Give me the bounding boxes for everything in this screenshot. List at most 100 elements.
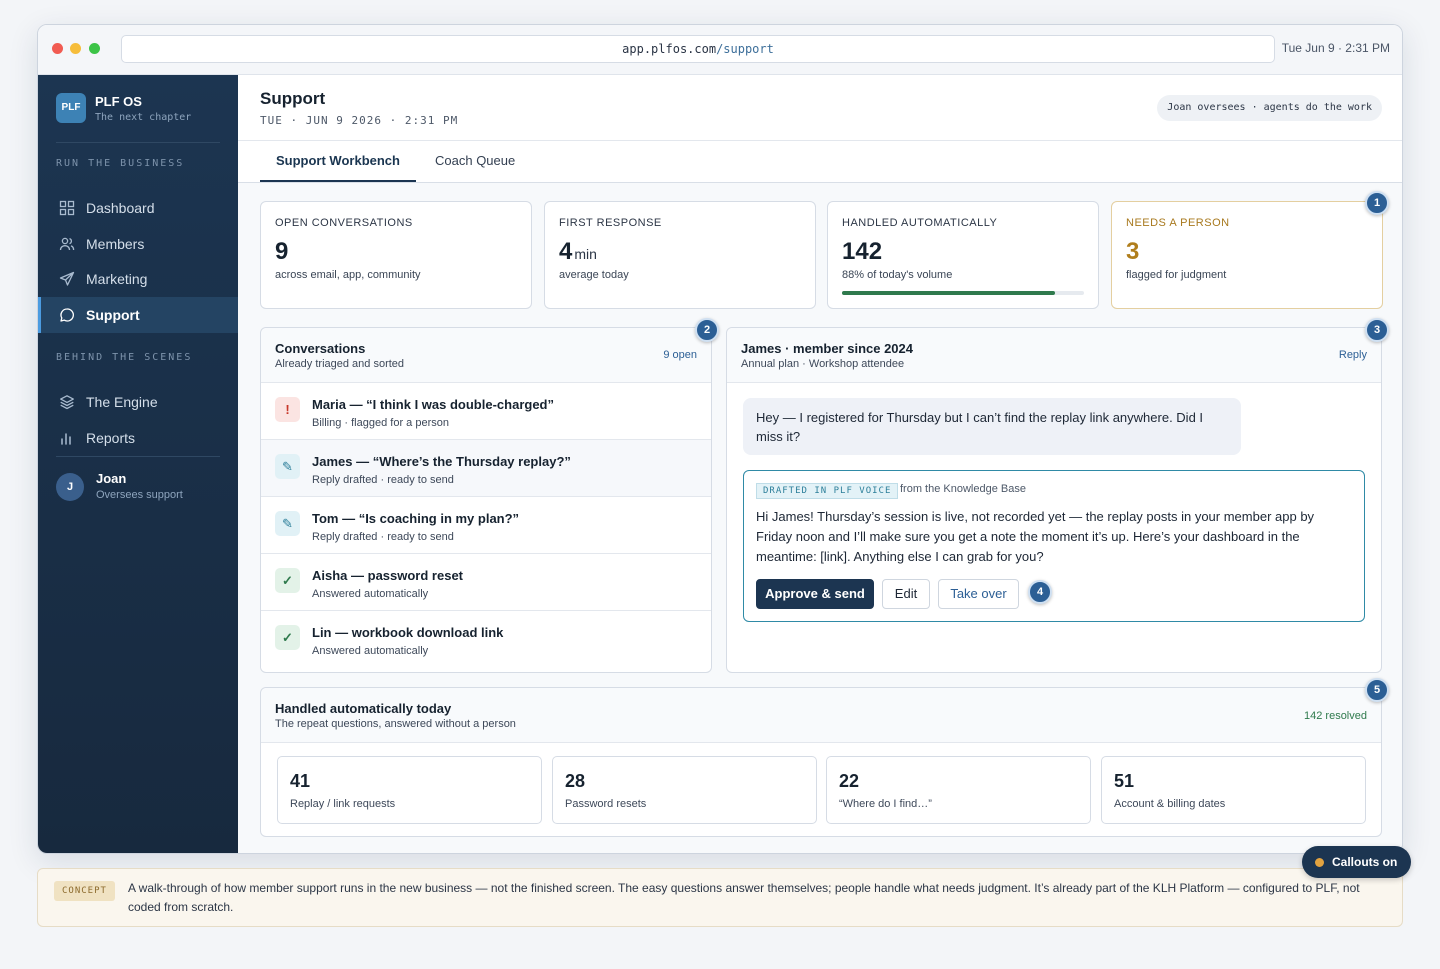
approve-send-button[interactable]: Approve & send — [756, 579, 874, 609]
drafted-reply: DRAFTED IN PLF VOICE from the Knowledge … — [743, 470, 1365, 622]
sidebar-item-support[interactable]: Support — [38, 297, 238, 333]
conversation-row[interactable]: ! Maria — “I think I was double-charged”… — [261, 383, 711, 440]
kpi-label: OPEN CONVERSATIONS — [275, 217, 413, 229]
edit-button[interactable]: Edit — [882, 579, 930, 609]
kpi-unit: min — [574, 246, 597, 262]
tab-bar: Support Workbench Coach Queue — [238, 141, 1402, 183]
kpi-sub: across email, app, community — [275, 269, 421, 281]
tab-support-workbench[interactable]: Support Workbench — [276, 153, 400, 168]
stat-value: 28 — [565, 771, 586, 791]
minimize-window-dot[interactable] — [70, 43, 81, 54]
callout-marker[interactable]: 4 — [1028, 580, 1052, 604]
callouts-toggle[interactable]: Callouts on — [1302, 846, 1412, 878]
auto-handled-header: Handled automatically today The repeat q… — [261, 688, 1381, 743]
sidebar-item-label: The Engine — [86, 394, 158, 410]
concept-text: A walk-through of how member support run… — [128, 881, 1360, 914]
panel-subtitle: Already triaged and sorted — [275, 358, 405, 370]
main-content: Support TUE · JUN 9 2026 · 2:31 PM Joan … — [238, 75, 1402, 853]
conversation-title: James — “Where’s the Thursday replay?” — [312, 454, 571, 469]
sidebar-item-label: Members — [86, 236, 145, 252]
users-icon — [59, 237, 75, 251]
sidebar-item-the-engine[interactable]: The Engine — [38, 384, 238, 420]
auto-stat-card[interactable]: 41 Replay / link requests — [277, 756, 542, 824]
kpi-label: NEEDS A PERSON — [1126, 217, 1230, 229]
kpi-needs-a-person[interactable]: NEEDS A PERSON 3 flagged for judgment — [1111, 201, 1383, 309]
open-count: 9 open — [663, 349, 697, 361]
active-tab-indicator — [260, 180, 416, 182]
system-clock: Tue Jun 9 · 2:31 PM — [1281, 41, 1390, 55]
kpi-sub: 88% of today's volume — [842, 269, 953, 281]
address-bar[interactable]: app.plfos.com/support — [121, 35, 1275, 63]
toggle-indicator-icon — [1315, 858, 1324, 867]
conversation-status: Answered automatically — [312, 645, 429, 657]
sidebar-item-dashboard[interactable]: Dashboard — [38, 190, 238, 226]
stat-value: 22 — [839, 771, 860, 791]
kpi-label: FIRST RESPONSE — [559, 217, 662, 229]
progress-fill — [842, 291, 1055, 295]
tab-coach-queue[interactable]: Coach Queue — [435, 153, 515, 168]
conversation-status: Billing · flagged for a person — [312, 417, 449, 429]
pencil-icon: ✎ — [275, 511, 300, 536]
conversation-row[interactable]: ✓ Aisha — password reset Answered automa… — [261, 554, 711, 611]
app-logo: PLF — [56, 93, 86, 123]
member-plan: Annual plan · Workshop attendee — [741, 358, 905, 370]
progress-bar — [842, 291, 1084, 295]
conversation-status: Reply drafted · ready to send — [312, 531, 454, 543]
conversation-row[interactable]: ✎ James — “Where’s the Thursday replay?”… — [261, 440, 711, 497]
sidebar-item-members[interactable]: Members — [38, 226, 238, 262]
brand-name: PLF OS — [95, 94, 142, 109]
draft-body[interactable]: Hi James! Thursday’s session is live, no… — [756, 507, 1352, 567]
sidebar-item-label: Reports — [86, 430, 136, 446]
kpi-label: HANDLED AUTOMATICALLY — [842, 217, 998, 229]
url-path: /support — [716, 42, 774, 56]
user-role: Oversees support — [96, 489, 183, 501]
status-pill: Joan oversees · agents do the work — [1157, 95, 1382, 121]
concept-note: CONCEPT A walk-through of how member sup… — [37, 868, 1403, 927]
conversation-detail-panel: James · member since 2024 Annual plan · … — [726, 327, 1382, 673]
kpi-handled-automatically[interactable]: HANDLED AUTOMATICALLY 142 88% of today's… — [827, 201, 1099, 309]
sidebar-item-marketing[interactable]: Marketing — [38, 261, 238, 297]
page-date: TUE · JUN 9 2026 · 2:31 PM — [260, 114, 459, 127]
conversation-row[interactable]: ✎ Tom — “Is coaching in my plan?” Reply … — [261, 497, 711, 554]
concept-tag: CONCEPT — [54, 881, 115, 901]
kpi-value: 9 — [275, 238, 289, 265]
close-window-dot[interactable] — [52, 43, 63, 54]
kpi-open-conversations[interactable]: OPEN CONVERSATIONS 9 across email, app, … — [260, 201, 532, 309]
conversation-row[interactable]: ✓ Lin — workbook download link Answered … — [261, 611, 711, 668]
browser-chrome: app.plfos.com/support Tue Jun 9 · 2:31 P… — [38, 25, 1402, 75]
take-over-button[interactable]: Take over — [938, 579, 1019, 609]
stat-label: Replay / link requests — [290, 798, 396, 810]
pencil-icon: ✎ — [275, 454, 300, 479]
sidebar-item-label: Dashboard — [86, 200, 155, 216]
auto-stat-card[interactable]: 28 Password resets — [552, 756, 817, 824]
callout-marker[interactable]: 1 — [1365, 191, 1389, 215]
auto-stat-card[interactable]: 22 “Where do I find…” — [826, 756, 1091, 824]
kpi-value: 3 — [1126, 238, 1140, 265]
callout-marker[interactable]: 3 — [1365, 318, 1389, 342]
callout-marker[interactable]: 5 — [1365, 678, 1389, 702]
stat-label: “Where do I find…” — [839, 798, 932, 810]
member-name: James · member since 2024 — [741, 341, 913, 356]
reply-link[interactable]: Reply — [1339, 349, 1367, 361]
avatar[interactable]: J — [56, 473, 84, 501]
chat-icon — [60, 308, 74, 322]
kpi-value: 4 min — [559, 238, 597, 265]
sidebar-item-label: Support — [86, 307, 140, 323]
page-title: Support — [260, 89, 326, 108]
toggle-label: Callouts on — [1332, 855, 1398, 869]
callout-marker[interactable]: 2 — [695, 318, 719, 342]
conversation-title: Tom — “Is coaching in my plan?” — [312, 511, 520, 526]
stat-label: Account & billing dates — [1114, 798, 1226, 810]
draft-tag: DRAFTED IN PLF VOICE — [756, 483, 899, 499]
conversations-header: Conversations Already triaged and sorted… — [261, 328, 711, 383]
page-header: Support TUE · JUN 9 2026 · 2:31 PM Joan … — [238, 75, 1402, 141]
auto-stat-card[interactable]: 51 Account & billing dates — [1101, 756, 1366, 824]
stat-value: 41 — [290, 771, 311, 791]
section-behind-the-scenes: BEHIND THE SCENES — [56, 352, 193, 363]
stat-value: 51 — [1114, 771, 1135, 791]
conversation-status: Answered automatically — [312, 588, 429, 600]
maximize-window-dot[interactable] — [89, 43, 100, 54]
sidebar-item-reports[interactable]: Reports — [38, 420, 238, 456]
kpi-first-response[interactable]: FIRST RESPONSE 4 min average today — [544, 201, 816, 309]
check-icon: ✓ — [275, 568, 300, 593]
